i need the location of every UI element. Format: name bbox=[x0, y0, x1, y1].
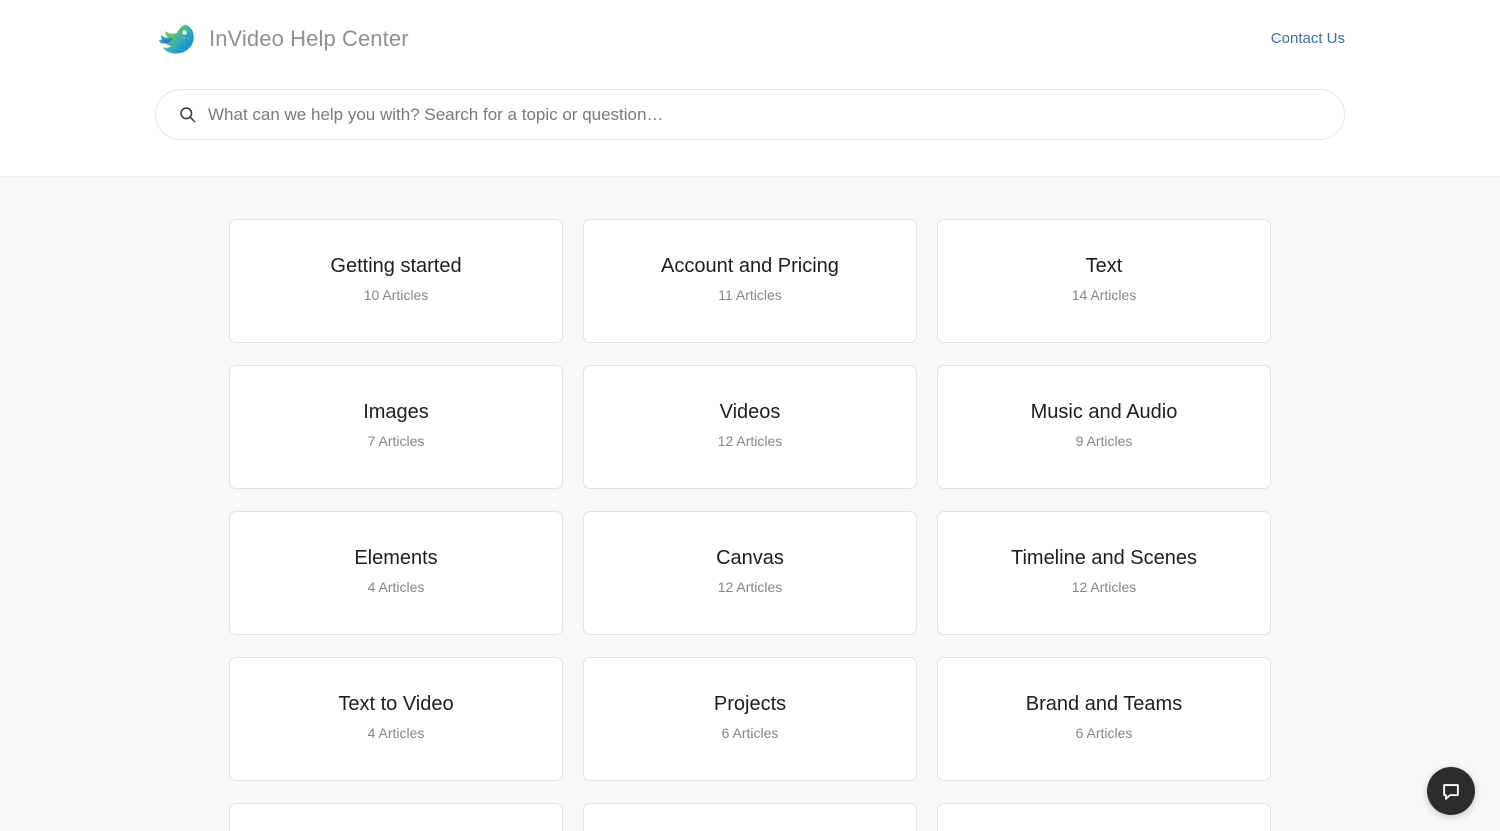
card-title: Brand and Teams bbox=[1025, 693, 1183, 715]
card-title: Text bbox=[1085, 255, 1123, 277]
search-section bbox=[155, 60, 1345, 140]
card-title: Timeline and Scenes bbox=[1010, 547, 1198, 569]
invideo-fish-logo-icon bbox=[158, 24, 194, 54]
category-card-canvas[interactable]: Canvas 12 Articles bbox=[583, 511, 917, 635]
card-title: Music and Audio bbox=[1030, 401, 1178, 423]
card-title: Text to Video bbox=[338, 693, 454, 715]
category-card-brand-and-teams[interactable]: Brand and Teams 6 Articles bbox=[937, 657, 1271, 781]
card-title: Elements bbox=[354, 547, 438, 569]
contact-us-link[interactable]: Contact Us bbox=[1271, 30, 1345, 47]
search-input[interactable] bbox=[208, 90, 1324, 139]
card-article-count: 14 Articles bbox=[1071, 287, 1137, 303]
category-card-text[interactable]: Text 14 Articles bbox=[937, 219, 1271, 343]
brand-home-link[interactable]: InVideo Help Center bbox=[155, 18, 409, 60]
category-card-row5-col2[interactable] bbox=[583, 803, 917, 831]
card-article-count: 4 Articles bbox=[367, 725, 425, 741]
card-title: Getting started bbox=[330, 255, 462, 277]
card-article-count: 10 Articles bbox=[363, 287, 429, 303]
brand-title: InVideo Help Center bbox=[209, 26, 409, 51]
category-card-videos[interactable]: Videos 12 Articles bbox=[583, 365, 917, 489]
card-article-count: 6 Articles bbox=[1075, 725, 1133, 741]
chat-launcher-button[interactable] bbox=[1427, 767, 1475, 815]
category-card-getting-started[interactable]: Getting started 10 Articles bbox=[229, 219, 563, 343]
card-article-count: 4 Articles bbox=[367, 579, 425, 595]
search-icon bbox=[180, 107, 196, 123]
category-card-timeline-and-scenes[interactable]: Timeline and Scenes 12 Articles bbox=[937, 511, 1271, 635]
card-article-count: 12 Articles bbox=[717, 433, 783, 449]
card-article-count: 9 Articles bbox=[1075, 433, 1133, 449]
search-box[interactable] bbox=[155, 89, 1345, 140]
category-card-text-to-video[interactable]: Text to Video 4 Articles bbox=[229, 657, 563, 781]
card-article-count: 11 Articles bbox=[718, 287, 782, 303]
card-title: Canvas bbox=[716, 547, 784, 569]
category-card-images[interactable]: Images 7 Articles bbox=[229, 365, 563, 489]
card-article-count: 7 Articles bbox=[367, 433, 425, 449]
category-card-account-and-pricing[interactable]: Account and Pricing 11 Articles bbox=[583, 219, 917, 343]
category-card-row5-col3[interactable] bbox=[937, 803, 1271, 831]
category-card-projects[interactable]: Projects 6 Articles bbox=[583, 657, 917, 781]
category-card-row5-col1[interactable] bbox=[229, 803, 563, 831]
category-card-elements[interactable]: Elements 4 Articles bbox=[229, 511, 563, 635]
chat-bubble-icon bbox=[1443, 784, 1459, 800]
category-grid: Getting started 10 Articles Account and … bbox=[155, 219, 1345, 831]
category-card-music-and-audio[interactable]: Music and Audio 9 Articles bbox=[937, 365, 1271, 489]
card-article-count: 12 Articles bbox=[717, 579, 783, 595]
card-title: Images bbox=[363, 401, 429, 423]
site-header: InVideo Help Center Contact Us bbox=[0, 0, 1500, 177]
card-article-count: 6 Articles bbox=[721, 725, 779, 741]
card-title: Videos bbox=[719, 401, 781, 423]
card-article-count: 12 Articles bbox=[1071, 579, 1137, 595]
main-content: Getting started 10 Articles Account and … bbox=[155, 177, 1345, 831]
card-title: Projects bbox=[713, 693, 787, 715]
card-title: Account and Pricing bbox=[661, 255, 839, 277]
